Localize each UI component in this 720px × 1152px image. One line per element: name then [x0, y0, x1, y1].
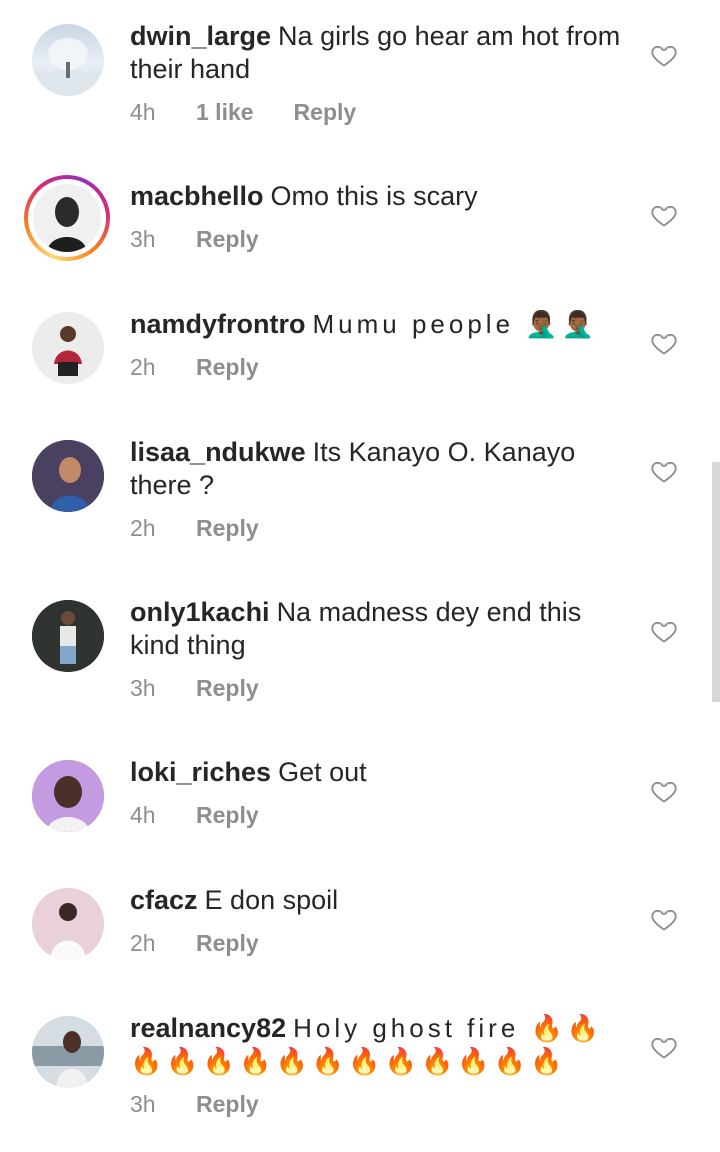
heart-outline-icon[interactable] [650, 201, 678, 229]
heart-outline-icon[interactable] [650, 905, 678, 933]
comment-meta: 3h Reply [130, 224, 259, 254]
comment-meta: 3h Reply [130, 673, 259, 703]
comment-text: realnancy82 Holy ghost fire 🔥🔥🔥🔥🔥🔥🔥🔥🔥🔥🔥🔥🔥… [130, 1012, 630, 1078]
avatar-image [32, 312, 104, 384]
comment-meta: 4h 1 like Reply [130, 97, 356, 127]
heart-outline-icon[interactable] [650, 457, 678, 485]
comment-text: loki_riches Get out [130, 756, 630, 789]
heart-outline-icon[interactable] [650, 617, 678, 645]
reply-button[interactable]: Reply [196, 513, 259, 543]
timestamp: 2h [130, 515, 156, 541]
username[interactable]: only1kachi [130, 597, 270, 627]
reply-button[interactable]: Reply [196, 352, 259, 382]
timestamp: 4h [130, 802, 156, 828]
reply-button[interactable]: Reply [196, 1089, 259, 1119]
comment-text: cfacz E don spoil [130, 884, 630, 917]
timestamp: 3h [130, 226, 156, 252]
heart-outline-icon[interactable] [650, 1033, 678, 1061]
avatar-story-ring[interactable] [24, 175, 110, 261]
avatar-image [33, 184, 101, 252]
avatar-image [32, 760, 104, 832]
avatar-image [32, 1016, 104, 1088]
username[interactable]: lisaa_ndukwe [130, 437, 306, 467]
reply-button[interactable]: Reply [196, 800, 259, 830]
comment-body: Mumu people 🤦🏾‍♂️🤦🏾‍♂️ [312, 309, 599, 339]
avatar[interactable] [32, 760, 104, 832]
avatar-image [32, 38, 104, 96]
comment-meta: 2h Reply [130, 352, 259, 382]
reply-button[interactable]: Reply [196, 928, 259, 958]
avatar[interactable] [32, 440, 104, 512]
comment-meta: 3h Reply [130, 1089, 259, 1119]
timestamp: 2h [130, 930, 156, 956]
comment-meta: 2h Reply [130, 928, 259, 958]
username[interactable]: macbhello [130, 181, 264, 211]
username[interactable]: loki_riches [130, 757, 271, 787]
avatar-image [32, 440, 104, 512]
username[interactable]: realnancy82 [130, 1013, 286, 1043]
comment-text: lisaa_ndukwe Its Kanayo O. Kanayo there ? [130, 436, 630, 502]
reply-button[interactable]: Reply [196, 673, 259, 703]
likes-count[interactable]: 1 like [196, 97, 254, 127]
avatar[interactable] [32, 24, 104, 96]
avatar-ring-inner [28, 179, 106, 257]
avatar[interactable] [32, 888, 104, 960]
avatar [33, 184, 101, 252]
reply-button[interactable]: Reply [196, 224, 259, 254]
avatar[interactable] [32, 1016, 104, 1088]
username[interactable]: cfacz [130, 885, 198, 915]
avatar[interactable] [32, 312, 104, 384]
timestamp: 3h [130, 675, 156, 701]
reply-button[interactable]: Reply [294, 97, 357, 127]
heart-outline-icon[interactable] [650, 41, 678, 69]
comment-body: E don spoil [204, 885, 339, 915]
username[interactable]: namdyfrontro [130, 309, 306, 339]
comment-body: Get out [278, 757, 367, 787]
avatar[interactable] [32, 600, 104, 672]
comment-meta: 4h Reply [130, 800, 259, 830]
timestamp: 3h [130, 1091, 156, 1117]
heart-outline-icon[interactable] [650, 329, 678, 357]
avatar-image [32, 888, 104, 960]
scrollbar-thumb[interactable] [712, 462, 720, 702]
comment-text: macbhello Omo this is scary [130, 180, 630, 213]
timestamp: 2h [130, 354, 156, 380]
comment-text: namdyfrontro Mumu people 🤦🏾‍♂️🤦🏾‍♂️ [130, 308, 630, 341]
avatar-image [32, 600, 104, 672]
timestamp: 4h [130, 99, 156, 125]
comment-text: dwin_large Na girls go hear am hot from t… [130, 20, 630, 86]
username[interactable]: dwin_large [130, 21, 271, 51]
heart-outline-icon[interactable] [650, 777, 678, 805]
comment-body: Omo this is scary [270, 181, 478, 211]
comment-meta: 2h Reply [130, 513, 259, 543]
comment-text: only1kachi Na madness dey end this kind t… [130, 596, 630, 662]
